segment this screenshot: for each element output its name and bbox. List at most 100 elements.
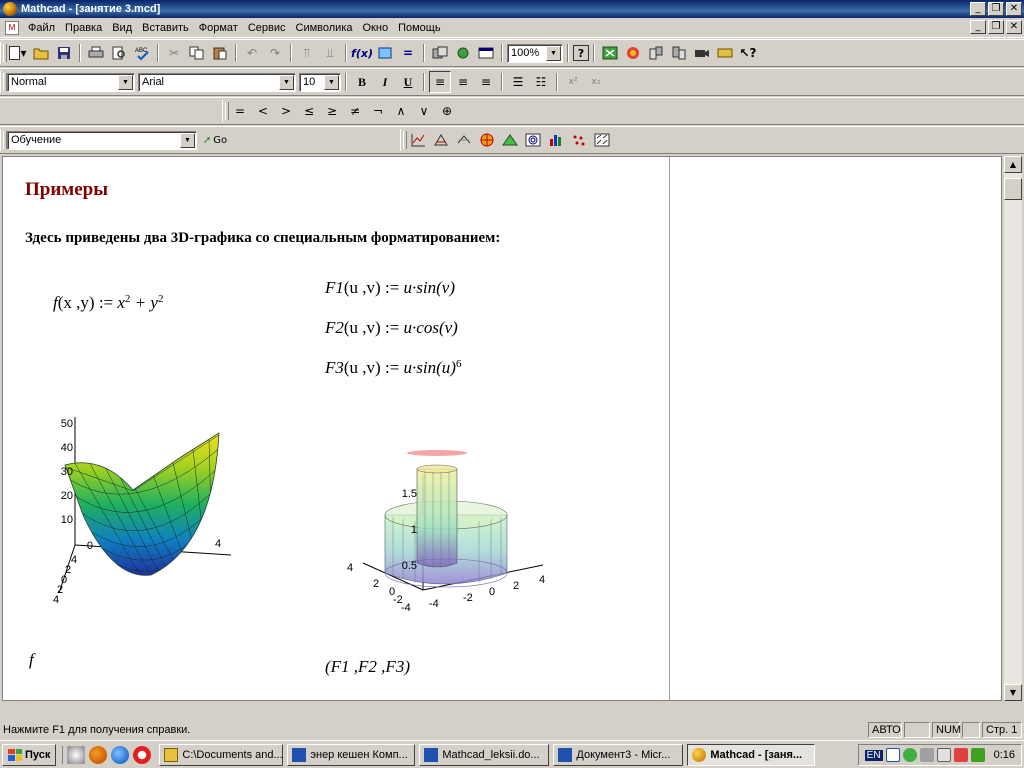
superscript-icon[interactable]: x²: [562, 71, 584, 93]
scroll-down-icon[interactable]: ▼: [1004, 684, 1022, 701]
copy-icon[interactable]: [186, 42, 208, 64]
print-preview-icon[interactable]: [108, 42, 130, 64]
chevron-down-icon[interactable]: ▼: [118, 74, 133, 90]
chevron-down-icon[interactable]: ▼: [279, 74, 294, 90]
surface-plot-icon[interactable]: [453, 129, 475, 151]
mathcad-app-icon[interactable]: [3, 2, 17, 16]
3d-contour-icon[interactable]: [522, 129, 544, 151]
task-explorer[interactable]: C:\Documents and...: [159, 743, 284, 766]
surface-plot-f[interactable]: 50 40 30 20 10 0 4 4 2 0 2 4: [43, 405, 243, 605]
resources-select[interactable]: Обучение ▼: [7, 130, 197, 150]
not-button[interactable]: ¬: [367, 100, 389, 122]
f2-definition[interactable]: F2(u ,v) := u·cos(v): [325, 318, 458, 338]
f-definition[interactable]: f(x ,y) := x2 + y2: [53, 293, 163, 313]
worksheet-paragraph[interactable]: Здесь приведены два 3D-графика со специа…: [25, 230, 500, 247]
print-icon[interactable]: [85, 42, 107, 64]
clock[interactable]: 0:16: [994, 749, 1015, 761]
task-word-3[interactable]: Документ3 - Micr...: [553, 743, 684, 766]
redo-icon[interactable]: ↷: [264, 42, 286, 64]
spell-check-icon[interactable]: ABC: [131, 42, 153, 64]
start-button[interactable]: Пуск: [2, 743, 57, 766]
xy-plot-icon[interactable]: [407, 129, 429, 151]
task-word-2[interactable]: Mathcad_leksii.do...: [419, 743, 550, 766]
bullets-icon[interactable]: ☰: [507, 71, 529, 93]
calculate-icon[interactable]: =: [397, 42, 419, 64]
or-button[interactable]: ∨: [413, 100, 435, 122]
volume-icon[interactable]: [936, 748, 951, 762]
data-export-icon[interactable]: [668, 42, 690, 64]
video-icon[interactable]: [691, 42, 713, 64]
menu-view[interactable]: Вид: [107, 22, 137, 34]
menu-tools[interactable]: Сервис: [243, 22, 291, 34]
insert-function-icon[interactable]: f(x): [351, 42, 373, 64]
chevron-down-icon[interactable]: ▼: [180, 132, 195, 148]
insert-unit-icon[interactable]: [374, 42, 396, 64]
equal-button[interactable]: =: [229, 100, 251, 122]
paste-icon[interactable]: [209, 42, 231, 64]
plot1-caption[interactable]: f: [29, 650, 34, 670]
context-help-icon[interactable]: ↖?: [737, 42, 759, 64]
opera-icon[interactable]: [133, 745, 152, 764]
minimize-icon[interactable]: _: [970, 2, 986, 16]
align-down-icon[interactable]: ⫫: [319, 42, 341, 64]
undo-icon[interactable]: ↶: [241, 42, 263, 64]
tray-app-icon[interactable]: [885, 748, 900, 762]
data-import-icon[interactable]: [645, 42, 667, 64]
document-icon[interactable]: M: [5, 20, 19, 35]
resources-icon[interactable]: [452, 42, 474, 64]
go-button[interactable]: ➚ Go: [198, 129, 232, 151]
close-icon[interactable]: ✕: [1006, 2, 1022, 16]
task-mathcad[interactable]: Mathcad - [заня...: [687, 743, 816, 766]
menu-format[interactable]: Формат: [194, 22, 243, 34]
not-equal-button[interactable]: ≠: [344, 100, 366, 122]
menu-file[interactable]: Файл: [23, 22, 60, 34]
tray-monitor-icon[interactable]: [919, 748, 934, 762]
vector-field-icon[interactable]: [591, 129, 613, 151]
menu-help[interactable]: Помощь: [393, 22, 446, 34]
align-center-icon[interactable]: ≡: [452, 71, 474, 93]
internet-explorer-icon[interactable]: [111, 745, 130, 764]
chevron-down-icon[interactable]: ▼: [546, 45, 561, 61]
numbering-icon[interactable]: ☷: [530, 71, 552, 93]
polar-plot-icon[interactable]: [430, 129, 452, 151]
style-select[interactable]: Normal ▼: [7, 72, 135, 92]
globe-plot-icon[interactable]: [476, 129, 498, 151]
bar-plot-icon[interactable]: [545, 129, 567, 151]
toggle-window-icon[interactable]: [475, 42, 497, 64]
help-icon[interactable]: ?: [573, 45, 589, 61]
parametric-surface-plot[interactable]: 1.5 1 0.5 -4 -2 0 2 4 4 2 0 -2 -4: [333, 445, 563, 615]
greater-equal-button[interactable]: ≥: [321, 100, 343, 122]
insert-component-icon[interactable]: [429, 42, 451, 64]
firefox-icon[interactable]: [89, 745, 108, 764]
save-icon[interactable]: [53, 42, 75, 64]
f1-definition[interactable]: F1(u ,v) := u·sin(v): [325, 278, 455, 298]
tray-security-icon[interactable]: [953, 748, 968, 762]
restore-icon[interactable]: ❐: [988, 2, 1004, 16]
chevron-down-icon[interactable]: ▼: [324, 74, 339, 90]
align-left-icon[interactable]: ≡: [429, 71, 451, 93]
align-right-icon[interactable]: ≡: [475, 71, 497, 93]
doc-minimize-icon[interactable]: _: [970, 20, 986, 34]
menu-symbolics[interactable]: Символика: [291, 22, 358, 34]
worksheet[interactable]: Примеры Здесь приведены два 3D-графика с…: [2, 156, 1002, 701]
f3-definition[interactable]: F3(u ,v) := u·sin(u)6: [325, 358, 461, 378]
color-wheel-icon[interactable]: [622, 42, 644, 64]
zoom-select[interactable]: 100% ▼: [507, 43, 563, 63]
align-top-icon[interactable]: ⫪: [296, 42, 318, 64]
greater-than-button[interactable]: >: [275, 100, 297, 122]
tray-network-icon[interactable]: [902, 748, 917, 762]
xor-button[interactable]: ⊕: [436, 100, 458, 122]
less-equal-button[interactable]: ≤: [298, 100, 320, 122]
doc-restore-icon[interactable]: ❐: [988, 20, 1004, 34]
less-than-button[interactable]: <: [252, 100, 274, 122]
and-button[interactable]: ∧: [390, 100, 412, 122]
vertical-scrollbar[interactable]: ▲ ▼: [1004, 156, 1022, 701]
scatter-plot-icon[interactable]: [568, 129, 590, 151]
show-desktop-icon[interactable]: [67, 745, 86, 764]
language-indicator[interactable]: EN: [864, 749, 883, 761]
font-select[interactable]: Arial ▼: [138, 72, 296, 92]
doc-close-icon[interactable]: ✕: [1006, 20, 1022, 34]
scroll-thumb[interactable]: [1004, 178, 1022, 200]
cut-icon[interactable]: ✂: [163, 42, 185, 64]
underline-button[interactable]: U: [397, 71, 419, 93]
